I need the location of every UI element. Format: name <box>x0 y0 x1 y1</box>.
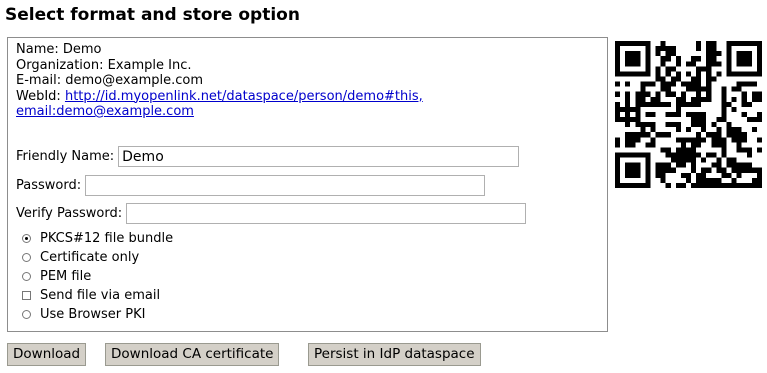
webid-link[interactable]: http://id.myopenlink.net/dataspace/perso… <box>65 89 423 104</box>
friendly-name-row: Friendly Name: <box>16 146 520 167</box>
qr-code-icon <box>615 41 762 188</box>
option-pem-file[interactable]: PEM file <box>22 267 173 286</box>
certificate-only-radio[interactable] <box>22 253 31 262</box>
password-label: Password: <box>16 178 82 193</box>
download-ca-button[interactable]: Download CA certificate <box>105 343 280 366</box>
send-email-checkbox[interactable] <box>22 291 31 300</box>
option-send-email[interactable]: Send file via email <box>22 286 173 305</box>
webid-line: WebId: http://id.myopenlink.net/dataspac… <box>16 89 423 105</box>
page-title: Select format and store option <box>5 5 300 25</box>
name-line: Name: Demo <box>16 42 102 57</box>
organization-line: Organization: Example Inc. <box>16 57 192 73</box>
pem-file-label: PEM file <box>40 269 92 284</box>
webid-label: WebId: <box>16 88 61 104</box>
pkcs12-radio[interactable] <box>22 234 31 243</box>
verify-password-label: Verify Password: <box>16 206 123 221</box>
identity-info: Name: Demo Organization: Example Inc. E-… <box>16 42 423 120</box>
browser-pki-label: Use Browser PKI <box>40 307 146 322</box>
option-pkcs12[interactable]: PKCS#12 file bundle <box>22 229 173 248</box>
download-button[interactable]: Download <box>7 343 87 366</box>
certificate-panel: Name: Demo Organization: Example Inc. E-… <box>7 37 608 332</box>
friendly-name-input[interactable] <box>118 146 520 167</box>
pem-file-radio[interactable] <box>22 272 31 281</box>
verify-password-row: Verify Password: <box>16 203 527 224</box>
password-input[interactable] <box>85 175 486 196</box>
email-line: E-mail: demo@example.com <box>16 73 203 88</box>
password-row: Password: <box>16 175 486 196</box>
email-link-line: email:demo@example.com <box>16 104 423 120</box>
friendly-name-label: Friendly Name: <box>16 149 115 164</box>
verify-password-input[interactable] <box>126 203 527 224</box>
send-email-label: Send file via email <box>40 288 161 303</box>
format-options: PKCS#12 file bundle Certificate only PEM… <box>22 229 173 324</box>
email-link[interactable]: email:demo@example.com <box>16 104 194 119</box>
option-browser-pki[interactable]: Use Browser PKI <box>22 305 173 324</box>
browser-pki-radio[interactable] <box>22 310 31 319</box>
persist-button[interactable]: Persist in IdP dataspace <box>308 343 481 366</box>
option-certificate-only[interactable]: Certificate only <box>22 248 173 267</box>
pkcs12-label: PKCS#12 file bundle <box>40 231 174 246</box>
certificate-only-label: Certificate only <box>40 250 140 265</box>
